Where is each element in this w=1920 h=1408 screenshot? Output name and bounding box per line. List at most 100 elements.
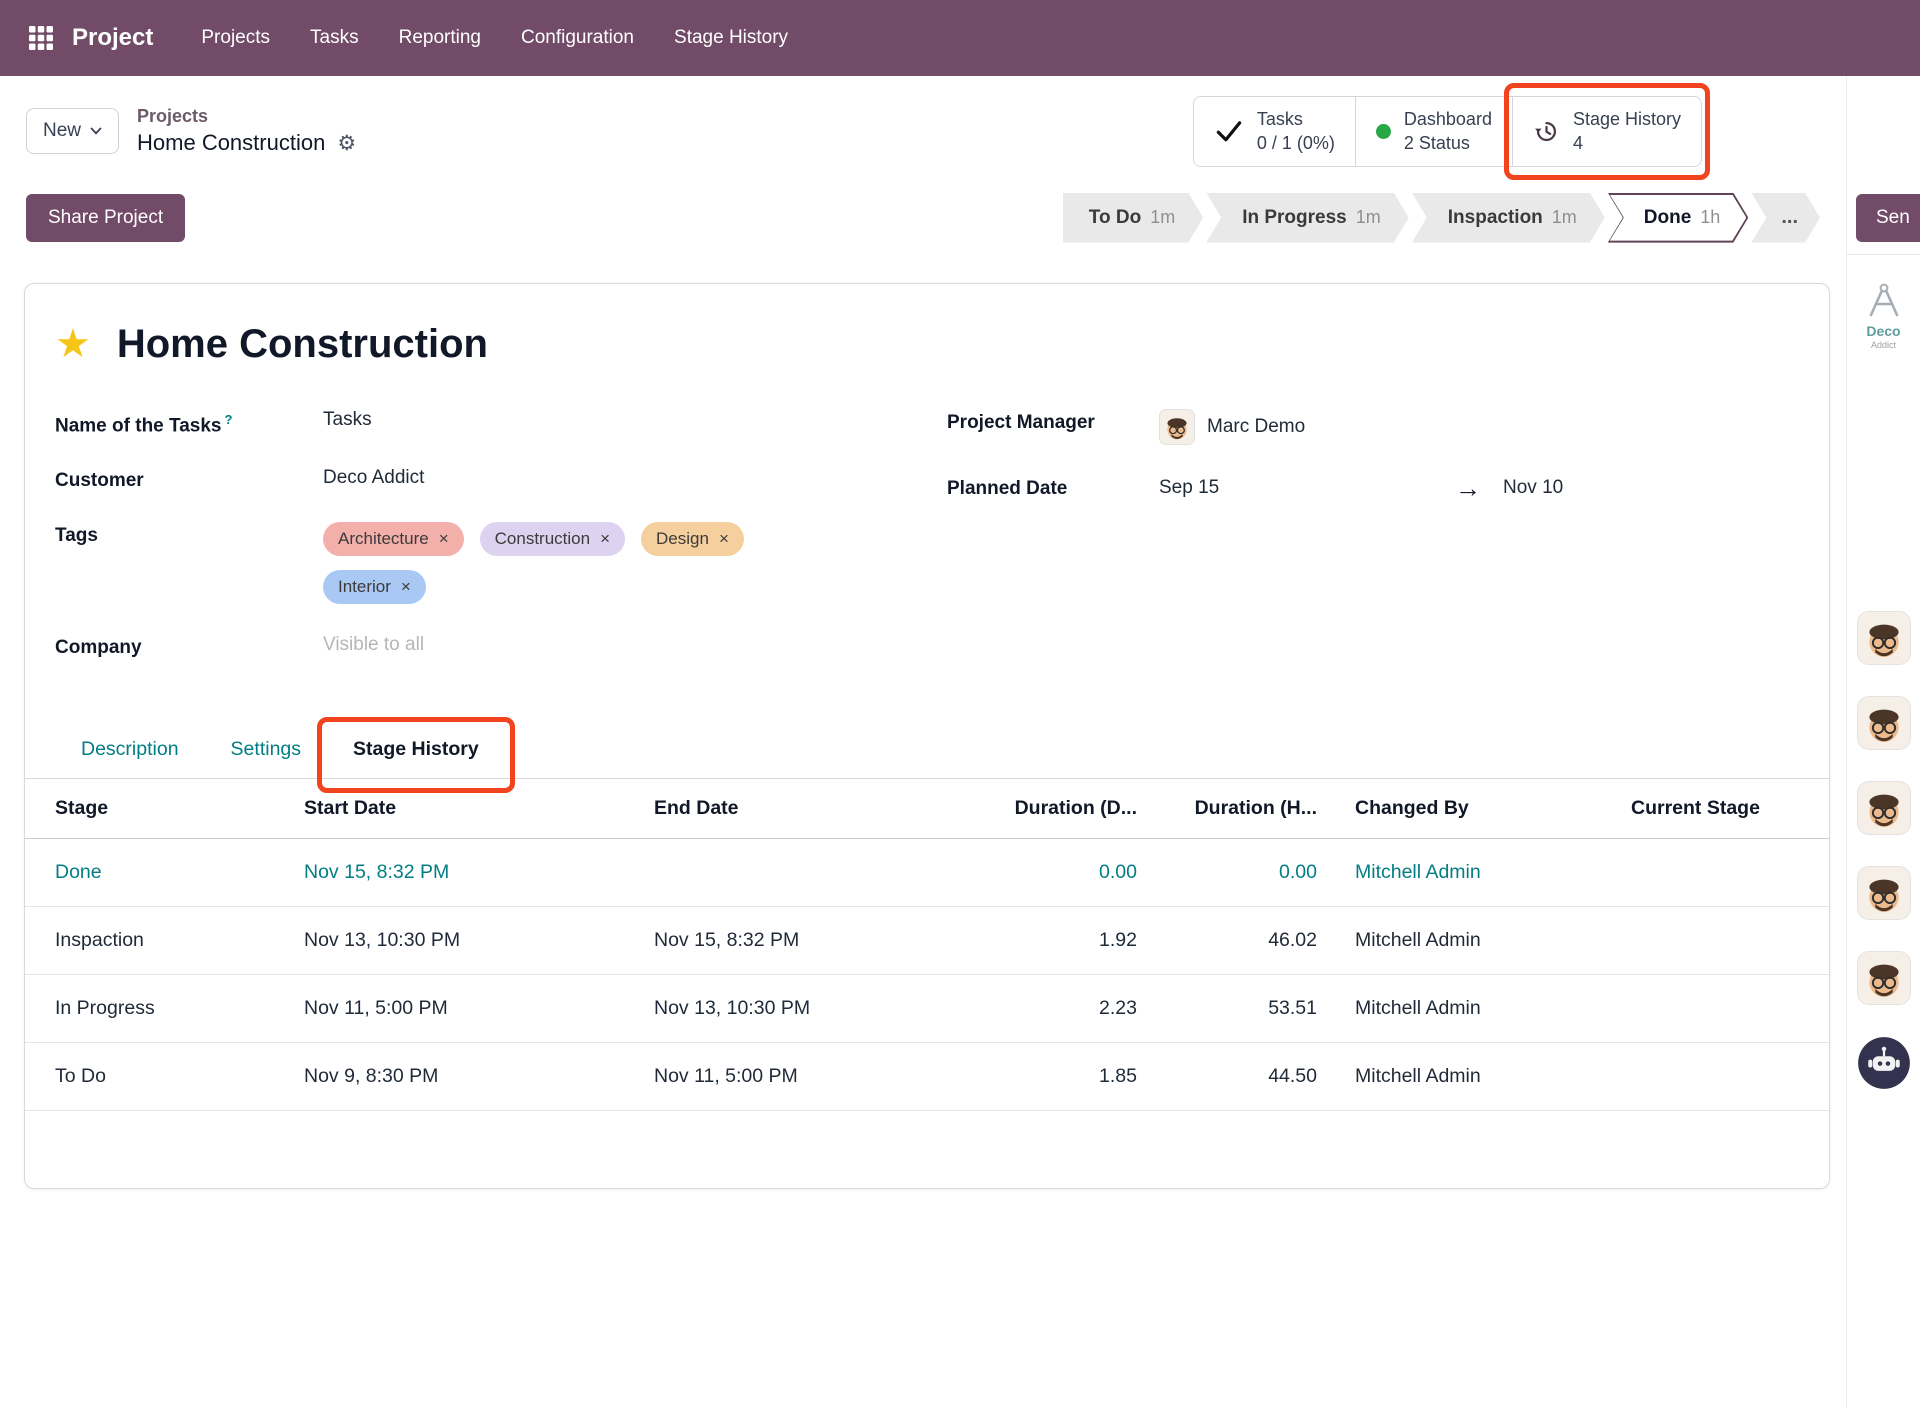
header-start-date[interactable]: Start Date	[292, 779, 642, 839]
header-changed-by[interactable]: Changed By	[1329, 779, 1619, 839]
follower-avatar[interactable]	[1857, 781, 1911, 835]
project-form-card: ★ Home Construction Name of the Tasks? T…	[24, 283, 1830, 1189]
follower-avatar[interactable]	[1857, 951, 1911, 1005]
planned-date-start[interactable]: Sep 15	[1159, 477, 1455, 499]
field-value-customer[interactable]: Deco Addict	[323, 467, 424, 489]
cell-duration-days: 1.85	[942, 1042, 1149, 1110]
tab-description[interactable]: Description	[55, 723, 205, 778]
project-title[interactable]: Home Construction	[117, 322, 488, 367]
breadcrumb-current: Home Construction	[137, 130, 325, 156]
tag-architecture[interactable]: Architecture×	[323, 522, 464, 556]
smart-button-dashboard[interactable]: Dashboard 2 Status	[1355, 97, 1512, 166]
field-planned-date: Planned Date Sep 15 → Nov 10	[947, 475, 1799, 501]
header-duration-hours[interactable]: Duration (H...	[1149, 779, 1329, 839]
stage-status-bar: To Do 1m In Progress 1m Inspaction 1m Do…	[1063, 193, 1820, 243]
nav-item-stage-history[interactable]: Stage History	[674, 27, 788, 49]
smart-button-tasks[interactable]: Tasks 0 / 1 (0%)	[1194, 97, 1355, 166]
table-header-row: Stage Start Date End Date Duration (D...…	[25, 779, 1830, 839]
cell-stage: In Progress	[25, 974, 292, 1042]
fields-right-column: Project Manager Marc Demo Planned Date S…	[947, 409, 1799, 689]
breadcrumb-area: New Projects Home Construction ⚙	[26, 106, 356, 156]
tab-stage-history[interactable]: Stage History	[327, 723, 505, 778]
cell-start-date: Nov 15, 8:32 PM	[292, 838, 642, 906]
share-project-button[interactable]: Share Project	[26, 194, 185, 242]
table-row-done[interactable]: Done Nov 15, 8:32 PM 0.00 0.00 Mitchell …	[25, 838, 1830, 906]
cell-start-date: Nov 11, 5:00 PM	[292, 974, 642, 1042]
header-current-stage[interactable]: Current Stage	[1619, 779, 1830, 839]
follower-avatar[interactable]	[1857, 611, 1911, 665]
breadcrumb-parent[interactable]: Projects	[137, 106, 356, 127]
gear-icon[interactable]: ⚙	[337, 133, 356, 154]
stage-done-active[interactable]: Done 1h	[1608, 193, 1749, 243]
tag-interior[interactable]: Interior×	[323, 570, 426, 604]
cell-current-stage	[1619, 838, 1830, 906]
nav-item-reporting[interactable]: Reporting	[399, 27, 481, 49]
nav-item-projects[interactable]: Projects	[201, 27, 270, 49]
cell-start-date: Nov 9, 8:30 PM	[292, 1042, 642, 1110]
apps-grid-icon[interactable]	[28, 25, 54, 51]
planned-date-end[interactable]: Nov 10	[1503, 477, 1563, 499]
tag-remove-icon[interactable]: ×	[439, 529, 449, 549]
green-status-dot-icon	[1376, 124, 1391, 139]
send-message-button[interactable]: Sen	[1856, 194, 1920, 242]
header-end-date[interactable]: End Date	[642, 779, 942, 839]
field-company: Company Visible to all	[55, 634, 907, 659]
smart-button-stage-history[interactable]: Stage History 4	[1512, 97, 1701, 166]
tab-settings[interactable]: Settings	[205, 723, 327, 778]
cell-changed-by: Mitchell Admin	[1329, 974, 1619, 1042]
stage-in-progress[interactable]: In Progress 1m	[1206, 193, 1409, 243]
right-rail: Sen Deco Addict	[1846, 76, 1920, 1408]
nav-item-configuration[interactable]: Configuration	[521, 27, 634, 49]
cell-end-date: Nov 13, 10:30 PM	[642, 974, 942, 1042]
cell-changed-by: Mitchell Admin	[1329, 906, 1619, 974]
new-button[interactable]: New	[26, 108, 119, 154]
tag-remove-icon[interactable]: ×	[600, 529, 610, 549]
header-stage[interactable]: Stage	[25, 779, 292, 839]
table-row-todo[interactable]: To Do Nov 9, 8:30 PM Nov 11, 5:00 PM 1.8…	[25, 1042, 1830, 1110]
tag-construction[interactable]: Construction×	[480, 522, 625, 556]
tag-list: Architecture× Construction× Design× Inte…	[323, 522, 793, 604]
follower-avatar-list	[1847, 611, 1920, 1090]
header-duration-days[interactable]: Duration (D...	[942, 779, 1149, 839]
nav-item-tasks[interactable]: Tasks	[310, 27, 359, 49]
action-row: Share Project To Do 1m In Progress 1m In…	[0, 193, 1846, 243]
history-clock-icon	[1533, 118, 1560, 145]
field-value-project-manager[interactable]: Marc Demo	[1207, 416, 1305, 438]
table-row-in-progress[interactable]: In Progress Nov 11, 5:00 PM Nov 13, 10:3…	[25, 974, 1830, 1042]
field-value-name-of-tasks[interactable]: Tasks	[323, 409, 372, 431]
tag-remove-icon[interactable]: ×	[719, 529, 729, 549]
rail-divider	[1847, 254, 1920, 255]
stage-history-table: Stage Start Date End Date Duration (D...…	[25, 779, 1830, 1111]
stage-todo[interactable]: To Do 1m	[1063, 193, 1203, 243]
follower-avatar[interactable]	[1857, 696, 1911, 750]
table-row-inspaction[interactable]: Inspaction Nov 13, 10:30 PM Nov 15, 8:32…	[25, 906, 1830, 974]
field-customer: Customer Deco Addict	[55, 467, 907, 492]
field-project-manager: Project Manager Marc Demo	[947, 409, 1799, 445]
cell-end-date: Nov 15, 8:32 PM	[642, 906, 942, 974]
cell-duration-hours: 53.51	[1149, 974, 1329, 1042]
cell-current-stage	[1619, 906, 1830, 974]
field-tags: Tags Architecture× Construction× Design×	[55, 522, 907, 604]
notebook-tabs: Description Settings Stage History	[25, 723, 1829, 779]
smart-button-tasks-value: 0 / 1 (0%)	[1257, 131, 1335, 155]
stage-inspaction[interactable]: Inspaction 1m	[1412, 193, 1605, 243]
main-column: New Projects Home Construction ⚙ Tasks	[0, 76, 1846, 1408]
follower-avatar[interactable]	[1857, 866, 1911, 920]
odoobot-avatar[interactable]	[1857, 1036, 1911, 1090]
app-name[interactable]: Project	[72, 24, 153, 52]
cell-start-date: Nov 13, 10:30 PM	[292, 906, 642, 974]
stage-overflow-ellipsis[interactable]: ...	[1751, 193, 1820, 243]
help-question-icon[interactable]: ?	[224, 412, 232, 427]
tag-remove-icon[interactable]: ×	[401, 577, 411, 597]
cell-stage: Done	[25, 838, 292, 906]
caret-down-icon	[90, 127, 102, 135]
new-button-label: New	[43, 120, 81, 142]
tag-design[interactable]: Design×	[641, 522, 744, 556]
smart-button-stage-history-value: 4	[1573, 131, 1681, 155]
cell-stage: Inspaction	[25, 906, 292, 974]
manager-avatar[interactable]	[1159, 409, 1195, 445]
field-name-of-tasks: Name of the Tasks? Tasks	[55, 409, 907, 437]
favorite-star-icon[interactable]: ★	[55, 324, 91, 364]
field-value-company-placeholder[interactable]: Visible to all	[323, 634, 424, 656]
field-label-project-manager: Project Manager	[947, 409, 1159, 434]
